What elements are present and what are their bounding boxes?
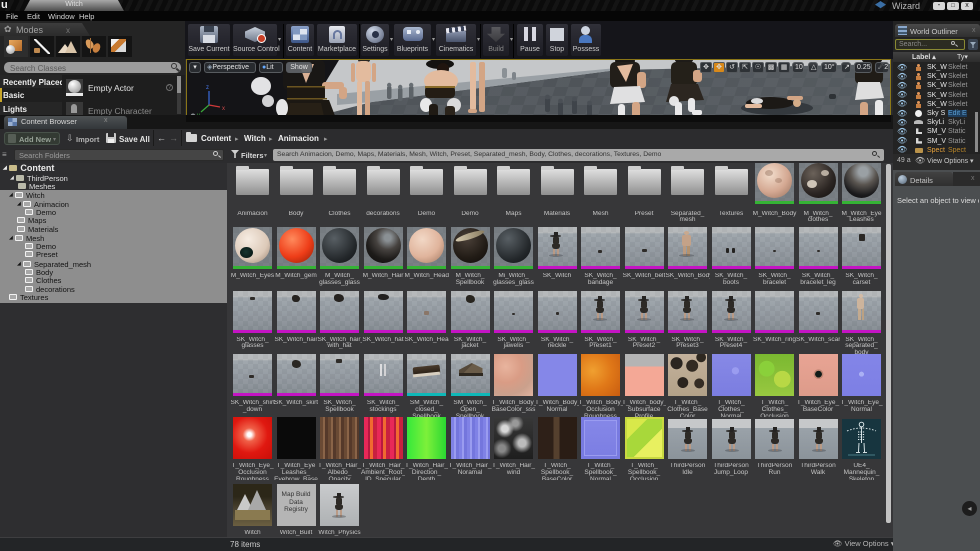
svg-text:z: z [206, 85, 209, 91]
svg-text:x: x [222, 106, 225, 112]
